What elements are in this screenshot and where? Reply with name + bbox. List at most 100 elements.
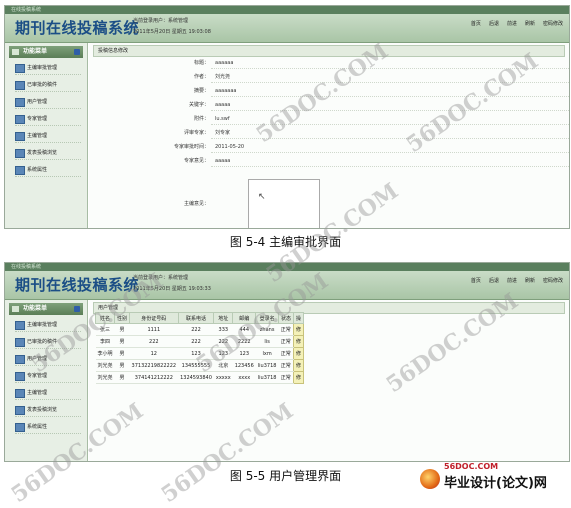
cell-name: 刘光尧 — [95, 359, 115, 372]
cell-id-number: 37132219822222 — [129, 359, 179, 372]
logo-icon — [420, 469, 440, 489]
logo-text: 毕业设计(论文)网 — [444, 476, 547, 491]
expert-opinion-field[interactable]: aaaaa — [215, 156, 230, 166]
folder-icon — [15, 98, 25, 107]
nav-forward[interactable]: 前进 — [505, 276, 519, 285]
cell-gender: 男 — [114, 323, 130, 336]
nav-back[interactable]: 后退 — [487, 276, 501, 285]
nav-change-password[interactable]: 密码修改 — [541, 276, 565, 285]
sidebar-item-editors[interactable]: 主编管理 — [15, 387, 81, 400]
sidebar-item-label: 主编管理 — [27, 390, 48, 396]
cell-name: 刘光尧 — [95, 371, 115, 384]
field-label: 评审专家： — [183, 130, 209, 136]
sidebar-item-users[interactable]: 用户管理 — [15, 96, 81, 109]
cell-login: lxm — [255, 347, 279, 360]
form-row: 作者： 刘光尧 — [89, 72, 569, 83]
sidebar-item-label: 主编审批管理 — [27, 65, 58, 71]
sidebar-item-published[interactable]: 发表投稿浏览 — [15, 404, 81, 417]
nav-home[interactable]: 首页 — [469, 276, 483, 285]
top-nav: 首页 后退 前进 刷新 密码修改 — [469, 276, 565, 285]
menu-icon — [12, 306, 19, 312]
cell-id-number: 222 — [129, 335, 179, 348]
sidebar-item-label: 系统属性 — [27, 424, 48, 430]
folder-icon — [15, 389, 25, 398]
collapse-icon[interactable] — [74, 49, 80, 55]
menu-title: 功能菜单 — [23, 48, 48, 55]
sidebar-item-editor-approval[interactable]: 主编审批管理 — [15, 62, 81, 75]
cell-gender: 男 — [114, 359, 130, 372]
nav-forward[interactable]: 前进 — [505, 19, 519, 28]
edit-button[interactable]: 修 — [292, 347, 304, 360]
sidebar-item-editors[interactable]: 主编管理 — [15, 130, 81, 143]
nav-back[interactable]: 后退 — [487, 19, 501, 28]
field-label: 主编意见： — [183, 201, 209, 207]
folder-icon — [15, 338, 25, 347]
edit-button[interactable]: 修 — [292, 335, 304, 348]
folder-icon — [15, 132, 25, 141]
current-date: 2011年5月20日 星期五 19:03:08 — [133, 29, 211, 35]
title-field[interactable]: aaaaaa — [215, 58, 233, 68]
reviewer-field[interactable]: 刘专家 — [215, 128, 230, 138]
nav-change-password[interactable]: 密码修改 — [541, 19, 565, 28]
edit-button[interactable]: 修 — [292, 359, 304, 372]
menu-header: 功能菜单 — [9, 303, 83, 315]
sidebar-item-system[interactable]: 系统属性 — [15, 421, 81, 434]
menu-header: 功能菜单 — [9, 46, 83, 58]
keywords-field[interactable]: aaaaa — [215, 100, 230, 110]
edit-button[interactable]: 修 — [292, 371, 304, 384]
editor-opinion-textarea[interactable]: ↖ — [248, 179, 320, 228]
sidebar-item-published[interactable]: 发表投稿浏览 — [15, 147, 81, 160]
field-label: 标题： — [193, 60, 209, 66]
folder-icon — [15, 81, 25, 90]
nav-home[interactable]: 首页 — [469, 19, 483, 28]
col-id-number: 身份证号码 — [129, 312, 179, 324]
folder-icon — [15, 321, 25, 330]
sidebar: 功能菜单 主编审批管理 已审批的稿件 用户管理 专家管理 主编管理 发表投稿浏览… — [5, 43, 88, 228]
cell-address: xxxxx — [213, 371, 233, 384]
cell-gender: 男 — [114, 335, 130, 348]
review-date-field[interactable]: 2011-05-20 — [215, 142, 244, 152]
cell-status: 正常 — [278, 347, 294, 360]
field-label: 摘要： — [193, 88, 209, 94]
abstract-field[interactable]: aaaaaaa — [215, 86, 236, 96]
table-row: 刘光尧男 374141212222 1324593840 xxxxx xxxx liu37… — [95, 371, 304, 384]
panel-title: 投稿信息修改 — [93, 45, 565, 57]
cell-postcode: 123456 — [232, 359, 256, 372]
top-nav: 首页 后退 前进 刷新 密码修改 — [469, 19, 565, 28]
folder-icon — [15, 166, 25, 175]
folder-icon — [15, 423, 25, 432]
cell-postcode: xxxx — [232, 371, 256, 384]
nav-refresh[interactable]: 刷新 — [523, 19, 537, 28]
sidebar-item-system[interactable]: 系统属性 — [15, 164, 81, 177]
author-field[interactable]: 刘光尧 — [215, 72, 230, 82]
cell-name: 李小明 — [95, 347, 115, 360]
form-row: 标题： aaaaaa — [89, 58, 569, 69]
logo-site: 56DOC.COM — [444, 462, 499, 471]
nav-refresh[interactable]: 刷新 — [523, 276, 537, 285]
cell-status: 正常 — [278, 335, 294, 348]
edit-button[interactable]: 修 — [292, 323, 304, 336]
field-label: 关键字： — [188, 102, 209, 108]
folder-icon — [15, 64, 25, 73]
window-topbar: 在线投稿系统 — [5, 6, 569, 14]
attachment-link[interactable]: lu.swf — [215, 114, 230, 124]
sidebar-item-label: 主编管理 — [27, 133, 48, 139]
sidebar-item-label: 系统属性 — [27, 167, 48, 173]
sidebar-item-label: 专家管理 — [27, 116, 48, 122]
sidebar-item-label: 已审批的稿件 — [27, 82, 58, 88]
current-user: 当前登录用户：系统管理 — [133, 18, 189, 24]
sidebar-item-approved[interactable]: 已审批的稿件 — [15, 79, 81, 92]
cell-id-number: 374141212222 — [129, 371, 179, 384]
folder-icon — [15, 372, 25, 381]
cell-login: liu3718 — [255, 371, 279, 384]
collapse-icon[interactable] — [74, 306, 80, 312]
cell-login: liu3718 — [255, 359, 279, 372]
field-label: 附件： — [193, 116, 209, 122]
cell-status: 正常 — [278, 371, 294, 384]
form-row: 专家意见： aaaaa — [89, 156, 569, 167]
sidebar-item-label: 发表投稿浏览 — [27, 150, 58, 156]
sidebar-item-label: 用户管理 — [27, 99, 48, 105]
sidebar-item-experts[interactable]: 专家管理 — [15, 113, 81, 126]
table-row: 李四男 222 222 222 2222 lis 正常修 — [95, 335, 304, 348]
field-label: 专家审批时间： — [173, 144, 209, 150]
